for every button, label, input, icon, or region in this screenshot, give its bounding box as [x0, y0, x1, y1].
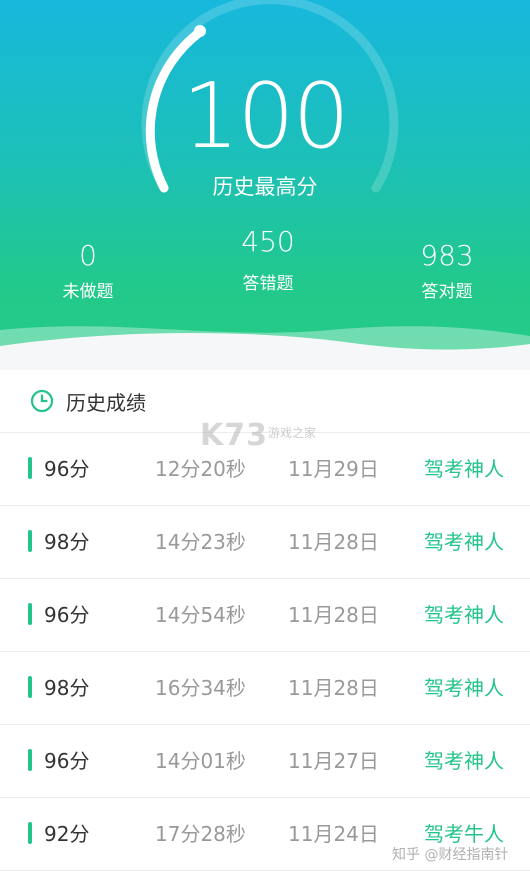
row-marker [28, 676, 32, 698]
zhihu-watermark: 知乎 @财经指南针 [392, 847, 509, 863]
row-marker [28, 530, 32, 552]
row-time: 14分01秒 [155, 749, 246, 773]
stat-wrong[interactable]: 450 答错题 [208, 222, 328, 296]
row-date: 11月24日 [288, 822, 379, 846]
stat-value: 0 [79, 239, 97, 272]
stat-label: 答错题 [242, 274, 294, 294]
k73-watermark-subtitle: 游戏之家 [268, 426, 317, 440]
row-title: 驾考神人 [424, 676, 504, 700]
row-score: 96分 [44, 749, 90, 773]
row-marker [28, 457, 32, 479]
stat-value: 450 [241, 225, 295, 258]
gauge-knob [194, 25, 206, 37]
history-row[interactable]: 96分 14分54秒 11月28日 驾考神人 [0, 579, 530, 652]
row-marker [28, 822, 32, 844]
best-score: 100 [182, 64, 350, 169]
stat-value: 983 [420, 239, 474, 272]
clock-icon [30, 389, 54, 413]
row-score: 96分 [44, 457, 90, 481]
row-time: 17分28秒 [155, 822, 246, 846]
row-score: 92分 [44, 822, 90, 846]
row-marker [28, 749, 32, 771]
row-date: 11月28日 [288, 676, 379, 700]
row-marker [28, 603, 32, 625]
row-title: 驾考神人 [424, 530, 504, 554]
stat-undone[interactable]: 0 未做题 [38, 236, 138, 304]
row-date: 11月27日 [288, 749, 379, 773]
row-title: 驾考神人 [424, 457, 504, 481]
history-title: 历史成绩 [66, 390, 146, 415]
wave-divider [0, 326, 530, 370]
row-time: 14分23秒 [155, 530, 246, 554]
history-row[interactable]: 96分 14分01秒 11月27日 驾考神人 [0, 725, 530, 798]
score-header: 100 历史最高分 0 未做题 450 答错题 983 答对题 [0, 0, 530, 370]
history-row[interactable]: 98分 16分34秒 11月28日 驾考神人 [0, 652, 530, 725]
row-title: 驾考神人 [424, 749, 504, 773]
row-score: 96分 [44, 603, 90, 627]
history-row[interactable]: 98分 14分23秒 11月28日 驾考神人 [0, 506, 530, 579]
k73-watermark: K73 [200, 418, 268, 453]
row-date: 11月28日 [288, 603, 379, 627]
row-date: 11月29日 [288, 457, 379, 481]
stat-correct[interactable]: 983 答对题 [397, 236, 497, 304]
best-score-label: 历史最高分 [212, 175, 318, 199]
row-title: 驾考神人 [424, 603, 504, 627]
row-time: 16分34秒 [155, 676, 246, 700]
row-time: 14分54秒 [155, 603, 246, 627]
row-date: 11月28日 [288, 530, 379, 554]
row-score: 98分 [44, 676, 90, 700]
row-score: 98分 [44, 530, 90, 554]
